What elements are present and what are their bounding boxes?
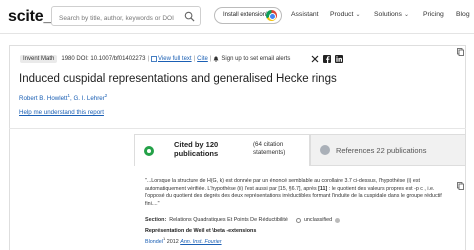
search-input[interactable] xyxy=(52,9,176,28)
nav-assistant-label: Assistant xyxy=(291,11,319,18)
view-full-text-link[interactable]: View full text xyxy=(158,56,192,62)
author-name: Robert B. Howlett xyxy=(19,95,68,103)
copy-icon[interactable] xyxy=(457,182,464,190)
help-understand-link[interactable]: Help me understand this report xyxy=(19,109,104,116)
cite-link[interactable]: Cite xyxy=(197,56,208,62)
doi: DOI: 10.1007/bf01402273 xyxy=(76,56,146,62)
citation-statements-line: statements) xyxy=(253,149,286,156)
source-year: 2012 xyxy=(166,238,179,245)
separator: | xyxy=(209,56,212,62)
top-navigation-bar: scite_ Install extension! Assistant Prod… xyxy=(0,0,474,34)
source-author[interactable]: Blondel xyxy=(145,239,163,245)
nav-pricing-label: Pricing xyxy=(423,11,444,18)
citation-statements-line: (64 citation xyxy=(253,141,284,148)
cited-by-count: Cited by 120 publications xyxy=(174,140,218,158)
chevron-down-icon: ⌄ xyxy=(355,12,361,18)
paper-title: Induced cuspidal representations and gen… xyxy=(19,73,337,85)
journal-tag[interactable]: Invent Math xyxy=(20,55,58,63)
source-title[interactable]: Représentation de Weil et \beta -extensi… xyxy=(145,228,256,234)
citation-tabs: Cited by 120 publications (64 citation s… xyxy=(134,134,466,166)
twitter-icon[interactable] xyxy=(311,55,319,63)
section-value: Relations Quadratiques Et Points De Rédu… xyxy=(169,217,288,223)
citation-reference[interactable]: [11] xyxy=(318,186,327,192)
linkedin-icon[interactable] xyxy=(335,55,343,63)
author-link[interactable]: Robert B. Howlett1 xyxy=(19,93,70,103)
citation-statements-count: (64 citation statements) xyxy=(253,141,285,157)
nav-pricing[interactable]: Pricing xyxy=(423,11,444,18)
author-list: Robert B. Howlett1, G. I. Lehrer2 xyxy=(19,93,107,102)
document-icon xyxy=(151,56,157,62)
email-alert-link[interactable]: Sign up to set email alerts xyxy=(221,56,290,62)
scite-logo[interactable]: scite_ xyxy=(8,8,52,26)
nav-solutions[interactable]: Solutions ⌄ xyxy=(374,11,409,18)
source-journal[interactable]: Ann. Inst. Fourier xyxy=(180,239,221,245)
section-divider xyxy=(9,128,466,129)
quote-icon xyxy=(144,146,154,156)
author-affiliation: 2 xyxy=(104,93,108,98)
separator: | xyxy=(193,56,196,62)
unclassified-icon xyxy=(295,217,301,223)
chrome-icon xyxy=(266,10,277,21)
search-icon[interactable] xyxy=(184,11,195,22)
separator: | xyxy=(147,56,150,62)
source-author-affiliation: 1 xyxy=(162,236,166,241)
classification-badge[interactable]: unclassified xyxy=(295,217,341,223)
classification-label: unclassified xyxy=(303,217,333,223)
info-icon[interactable] xyxy=(335,217,341,223)
nav-assistant[interactable]: Assistant xyxy=(291,11,319,18)
source-details: Blondel1 2012 Ann. Inst. Fourier xyxy=(145,236,222,245)
chevron-down-icon: ⌄ xyxy=(403,12,409,18)
tab-cited-by[interactable]: Cited by 120 publications (64 citation s… xyxy=(134,134,310,166)
nav-blog-label: Blog xyxy=(456,11,470,18)
nav-blog[interactable]: Blog xyxy=(456,11,470,18)
nav-product[interactable]: Product ⌄ xyxy=(330,11,360,18)
install-extension-label: Install extension! xyxy=(223,12,268,18)
paper-meta: Invent Math 1980 DOI: 10.1007/bf01402273… xyxy=(20,54,290,64)
citation-statement: "...Lorsque la structure de H(G, k) est … xyxy=(145,178,445,208)
cited-by-line: publications xyxy=(174,149,219,158)
tab-references[interactable]: References 22 publications xyxy=(310,134,466,166)
citation-section: Section: Relations Quadratiques Et Point… xyxy=(145,217,341,223)
bell-icon[interactable] xyxy=(213,56,219,62)
install-extension-button[interactable]: Install extension! xyxy=(214,7,282,24)
search-box[interactable] xyxy=(51,6,201,28)
copy-icon[interactable] xyxy=(457,48,464,56)
references-icon xyxy=(320,145,330,155)
facebook-icon[interactable] xyxy=(323,55,331,63)
references-label: References 22 publications xyxy=(336,146,427,155)
section-label: Section: xyxy=(145,217,167,223)
author-name: G. I. Lehrer xyxy=(73,95,105,103)
author-link[interactable]: G. I. Lehrer2 xyxy=(73,93,108,103)
year: 1980 xyxy=(61,56,75,62)
cited-by-line: Cited by 120 xyxy=(174,140,219,149)
nav-product-label: Product xyxy=(330,11,354,18)
nav-solutions-label: Solutions xyxy=(374,11,402,18)
